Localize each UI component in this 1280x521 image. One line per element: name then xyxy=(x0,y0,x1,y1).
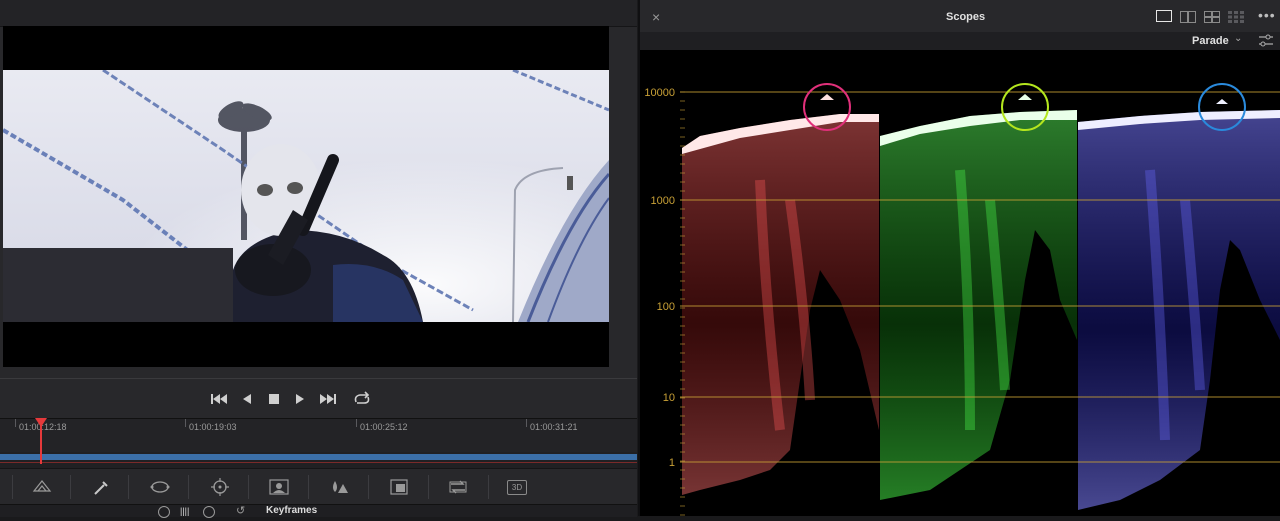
timecode-label: 01:00:19:03 xyxy=(189,422,237,432)
scopes-title: Scopes xyxy=(946,11,986,23)
close-icon[interactable]: × xyxy=(652,9,660,25)
3d-icon[interactable]: 3D xyxy=(507,477,529,497)
stop-icon[interactable] xyxy=(265,389,283,409)
color-tools-toolbar: 3D xyxy=(0,468,637,505)
resize-icon[interactable] xyxy=(447,477,469,497)
key-icon[interactable] xyxy=(388,477,410,497)
keyframe-bars-icon[interactable]: |||| xyxy=(180,506,189,516)
keyframes-bar: |||| ↺ Keyframes xyxy=(0,504,637,518)
clip-track[interactable] xyxy=(0,452,637,468)
rgb-parade-scope: 10000 1000 100 10 1 xyxy=(640,50,1280,516)
dual-view-icon[interactable] xyxy=(1180,10,1196,23)
scope-mode-dropdown[interactable]: Parade xyxy=(1192,35,1229,47)
scale-label: 10000 xyxy=(644,87,675,99)
more-icon[interactable]: ••• xyxy=(1258,7,1276,23)
viewer-topbar xyxy=(0,0,637,27)
play-reverse-icon[interactable] xyxy=(238,389,256,409)
chevron-down-icon[interactable]: ⌄ xyxy=(1234,33,1242,44)
timeline-ruler[interactable]: 01:00:12:18 01:00:19:03 01:00:25:12 01:0… xyxy=(0,418,637,453)
scale-label: 100 xyxy=(657,301,675,313)
scopes-panel: × Scopes ••• Parade ⌄ 10000 1000 100 10 … xyxy=(638,0,1280,516)
scopes-header: × Scopes ••• xyxy=(640,0,1280,33)
magic-mask-icon[interactable] xyxy=(268,477,290,497)
blur-icon[interactable] xyxy=(328,477,350,497)
zoom-in-icon[interactable] xyxy=(203,506,215,518)
quad-view-icon[interactable] xyxy=(1204,10,1220,23)
timecode-label: 01:00:31:21 xyxy=(530,422,578,432)
skip-to-start-icon[interactable] xyxy=(209,389,229,409)
window-icon[interactable] xyxy=(149,477,171,497)
node-graph-icon[interactable] xyxy=(31,477,53,497)
transport-controls xyxy=(0,378,637,419)
single-view-icon[interactable] xyxy=(1156,10,1172,22)
timecode-label: 01:00:25:12 xyxy=(360,422,408,432)
scope-scale-labels: 10000 1000 100 10 1 xyxy=(644,87,675,469)
3d-label: 3D xyxy=(507,480,527,495)
scale-label: 10 xyxy=(663,392,675,404)
zoom-out-icon[interactable] xyxy=(158,506,170,518)
viewer-panel xyxy=(0,0,637,378)
reset-icon[interactable]: ↺ xyxy=(236,504,245,517)
playhead-handle[interactable] xyxy=(35,418,47,427)
keyframes-label: Keyframes xyxy=(266,505,318,516)
eyedropper-icon[interactable] xyxy=(90,477,112,497)
video-frame-image xyxy=(3,70,609,322)
loop-icon[interactable] xyxy=(351,389,373,409)
grid-view-icon[interactable] xyxy=(1228,10,1244,23)
viewer-frame[interactable] xyxy=(3,26,609,367)
scale-label: 1000 xyxy=(651,195,675,207)
skip-to-end-icon[interactable] xyxy=(318,389,340,409)
green-channel-trace xyxy=(880,94,1077,500)
tracker-icon[interactable] xyxy=(209,477,231,497)
scale-label: 1 xyxy=(669,457,675,469)
scopes-subheader: Parade ⌄ xyxy=(640,32,1280,50)
red-channel-trace xyxy=(682,94,879,495)
blue-channel-trace xyxy=(1078,99,1280,510)
play-icon[interactable] xyxy=(291,389,309,409)
